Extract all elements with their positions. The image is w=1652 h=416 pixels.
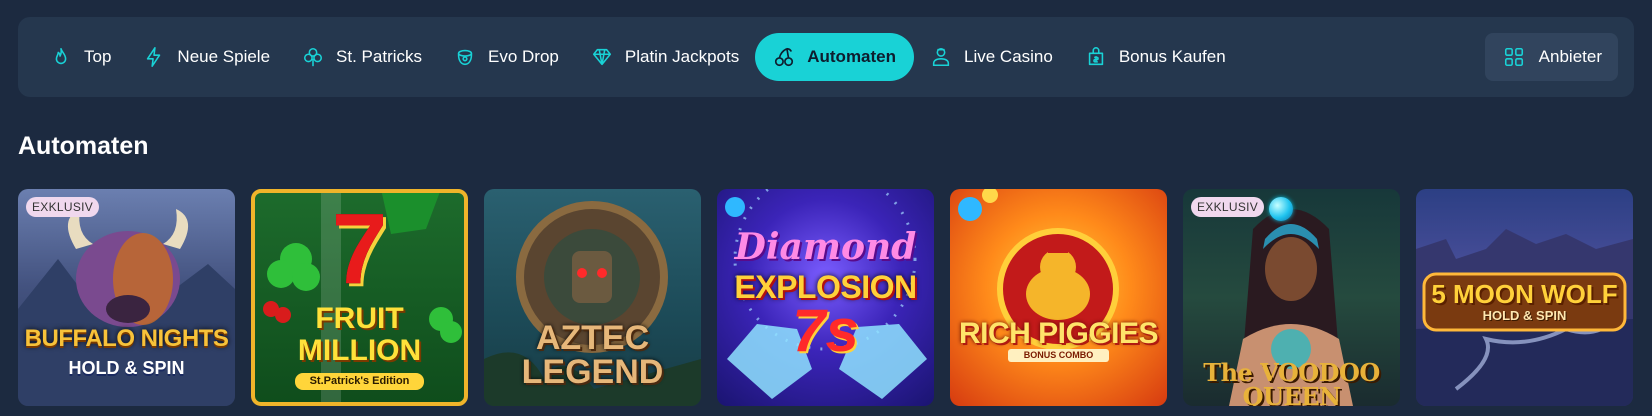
diamond-icon bbox=[591, 46, 613, 68]
game-logo-sevens: 7s bbox=[792, 297, 859, 364]
flame-icon bbox=[50, 46, 72, 68]
nav-label: Bonus Kaufen bbox=[1118, 47, 1226, 66]
nav-item-evo-drop[interactable]: Evo Drop bbox=[438, 33, 575, 81]
nav-item-live-casino[interactable]: Live Casino bbox=[914, 33, 1069, 81]
game-logo-subtitle: St.Patrick's Edition bbox=[295, 373, 424, 390]
dealer-icon bbox=[930, 46, 952, 68]
game-logo-title: Diamond bbox=[734, 226, 917, 268]
exclusive-badge: EXKLUSIV bbox=[26, 197, 100, 217]
game-logo-subtitle: HOLD & SPIN bbox=[1482, 308, 1567, 323]
nav-label: St. Patricks bbox=[336, 47, 423, 66]
game-logo-subtitle: BONUS COMBO bbox=[1008, 349, 1109, 362]
exclusive-badge: EXKLUSIV bbox=[1191, 197, 1265, 217]
section-title: Automaten bbox=[18, 132, 149, 160]
nav-item-automaten[interactable]: Automaten bbox=[755, 33, 915, 81]
game-logo-title: BUFFALO NIGHTS bbox=[24, 325, 229, 352]
nav-label: Live Casino bbox=[964, 47, 1053, 66]
nav-item-platin-jackpots[interactable]: Platin Jackpots bbox=[575, 33, 755, 81]
nav-label: Platin Jackpots bbox=[624, 47, 740, 66]
game-tile-buffalo-nights[interactable]: EXKLUSIV BUFFALO NIGHTS HOLD & SPIN bbox=[18, 189, 235, 406]
game-logo-title: 5 MOON WOLF bbox=[1431, 279, 1618, 309]
game-tile-5-moon-wolf[interactable]: 5 MOON WOLF HOLD & SPIN bbox=[1416, 189, 1633, 406]
cherries-icon bbox=[773, 46, 795, 68]
jackpot-gem-icon bbox=[1269, 197, 1293, 221]
grid-icon bbox=[1504, 47, 1523, 67]
game-artwork bbox=[958, 189, 1119, 350]
game-logo-subtitle: HOLD & SPIN bbox=[68, 358, 185, 378]
game-logo-title: AZTEC bbox=[535, 319, 650, 357]
nav-item-neue-spiele[interactable]: Neue Spiele bbox=[127, 33, 286, 81]
game-logo-seven: 7 bbox=[331, 193, 388, 305]
category-nav: Top Neue Spiele St. Patricks Evo Drop Pl… bbox=[18, 17, 1634, 97]
game-tile-diamond-explosion-7s[interactable]: Diamond EXPLOSION 7s bbox=[717, 189, 934, 406]
nav-item-bonus-kaufen[interactable]: Bonus Kaufen bbox=[1069, 33, 1242, 81]
nav-label: Neue Spiele bbox=[177, 47, 271, 66]
nav-label: Evo Drop bbox=[488, 47, 559, 66]
game-tile-rich-piggies[interactable]: RICH PIGGIES BONUS COMBO bbox=[950, 189, 1167, 406]
nav-item-top[interactable]: Top bbox=[34, 33, 127, 81]
provider-label: Anbieter bbox=[1538, 47, 1602, 66]
nav-label: Automaten bbox=[807, 47, 897, 66]
clover-icon bbox=[302, 46, 324, 68]
game-logo-title: RICH PIGGIES bbox=[958, 317, 1159, 350]
game-tile-aztec-legend[interactable]: AZTEC LEGEND bbox=[484, 189, 701, 406]
bonus-bag-icon bbox=[1085, 46, 1107, 68]
lightning-icon bbox=[143, 46, 165, 68]
nav-item-st-patricks[interactable]: St. Patricks bbox=[286, 33, 438, 81]
game-logo-title: The VOODOO QUEEN bbox=[1203, 358, 1380, 407]
game-logo-subtitle: LEGEND bbox=[521, 353, 664, 391]
nav-label: Top bbox=[84, 47, 112, 66]
game-tile-voodoo-queen[interactable]: EXKLUSIV The VOODOO QUEEN bbox=[1183, 189, 1400, 406]
games-row: EXKLUSIV BUFFALO NIGHTS HOLD & SPIN 7 FR… bbox=[18, 189, 1633, 406]
game-logo-title: FRUIT MILLION bbox=[297, 302, 422, 367]
treasure-pot-icon bbox=[454, 46, 476, 68]
game-tile-fruit-million[interactable]: 7 FRUIT MILLION St.Patrick's Edition bbox=[251, 189, 468, 406]
provider-button[interactable]: Anbieter bbox=[1484, 33, 1618, 81]
